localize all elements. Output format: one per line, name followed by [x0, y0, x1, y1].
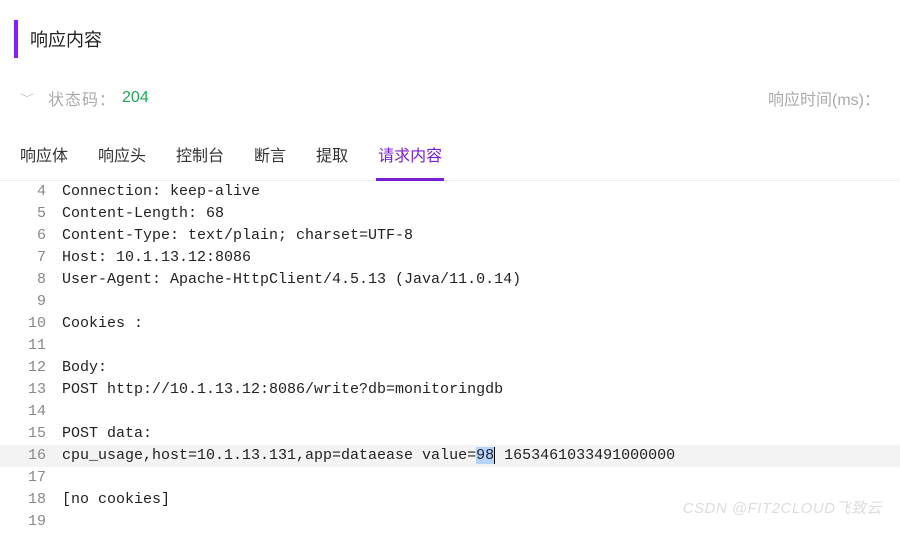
- code-line: 11: [0, 335, 900, 357]
- line-number: 12: [0, 357, 62, 379]
- line-content: [62, 467, 900, 489]
- code-line: 10Cookies :: [0, 313, 900, 335]
- response-time-label: 响应时间(ms)：: [768, 86, 880, 110]
- code-line: 15POST data:: [0, 423, 900, 445]
- code-line: 7Host: 10.1.13.12:8086: [0, 247, 900, 269]
- tab-3[interactable]: 断言: [252, 130, 288, 180]
- request-content-code: 4Connection: keep-alive5Content-Length: …: [0, 181, 900, 533]
- line-number: 19: [0, 511, 62, 533]
- line-number: 9: [0, 291, 62, 313]
- line-number: 4: [0, 181, 62, 203]
- line-number: 7: [0, 247, 62, 269]
- code-line: 12Body:: [0, 357, 900, 379]
- line-content: Cookies :: [62, 313, 900, 335]
- code-line: 16cpu_usage,host=10.1.13.131,app=dataeas…: [0, 445, 900, 467]
- tab-5[interactable]: 请求内容: [376, 130, 444, 180]
- line-number: 5: [0, 203, 62, 225]
- code-line: 14: [0, 401, 900, 423]
- status-row[interactable]: ﹀ 状态码： 204 响应时间(ms)：: [0, 78, 900, 130]
- line-number: 6: [0, 225, 62, 247]
- status-code-value: 204: [122, 89, 149, 107]
- line-number: 16: [0, 445, 62, 467]
- line-number: 18: [0, 489, 62, 511]
- line-content: [62, 291, 900, 313]
- code-line: 5Content-Length: 68: [0, 203, 900, 225]
- line-content: Host: 10.1.13.12:8086: [62, 247, 900, 269]
- line-content: Content-Type: text/plain; charset=UTF-8: [62, 225, 900, 247]
- line-content: Connection: keep-alive: [62, 181, 900, 203]
- line-number: 13: [0, 379, 62, 401]
- code-line: 17: [0, 467, 900, 489]
- tab-1[interactable]: 响应头: [96, 130, 148, 180]
- line-number: 8: [0, 269, 62, 291]
- line-content: Content-Length: 68: [62, 203, 900, 225]
- code-line: 6Content-Type: text/plain; charset=UTF-8: [0, 225, 900, 247]
- code-line: 13POST http://10.1.13.12:8086/write?db=m…: [0, 379, 900, 401]
- line-content: POST data:: [62, 423, 900, 445]
- section-title: 响应内容: [14, 20, 900, 58]
- line-content: User-Agent: Apache-HttpClient/4.5.13 (Ja…: [62, 269, 900, 291]
- line-content: Body:: [62, 357, 900, 379]
- tab-0[interactable]: 响应体: [18, 130, 70, 180]
- line-content: POST http://10.1.13.12:8086/write?db=mon…: [62, 379, 900, 401]
- code-line: 4Connection: keep-alive: [0, 181, 900, 203]
- watermark: CSDN @FIT2CLOUD飞致云: [683, 497, 882, 518]
- status-code-label: 状态码：: [48, 86, 116, 110]
- line-number: 10: [0, 313, 62, 335]
- chevron-down-icon: ﹀: [20, 91, 34, 105]
- line-number: 17: [0, 467, 62, 489]
- tab-4[interactable]: 提取: [314, 130, 350, 180]
- tab-2[interactable]: 控制台: [174, 130, 226, 180]
- code-line: 9: [0, 291, 900, 313]
- line-number: 14: [0, 401, 62, 423]
- line-content: cpu_usage,host=10.1.13.131,app=dataease …: [62, 445, 900, 467]
- line-number: 15: [0, 423, 62, 445]
- line-content: [62, 401, 900, 423]
- tabs: 响应体响应头控制台断言提取请求内容: [0, 130, 900, 181]
- line-number: 11: [0, 335, 62, 357]
- code-line: 8User-Agent: Apache-HttpClient/4.5.13 (J…: [0, 269, 900, 291]
- line-content: [62, 335, 900, 357]
